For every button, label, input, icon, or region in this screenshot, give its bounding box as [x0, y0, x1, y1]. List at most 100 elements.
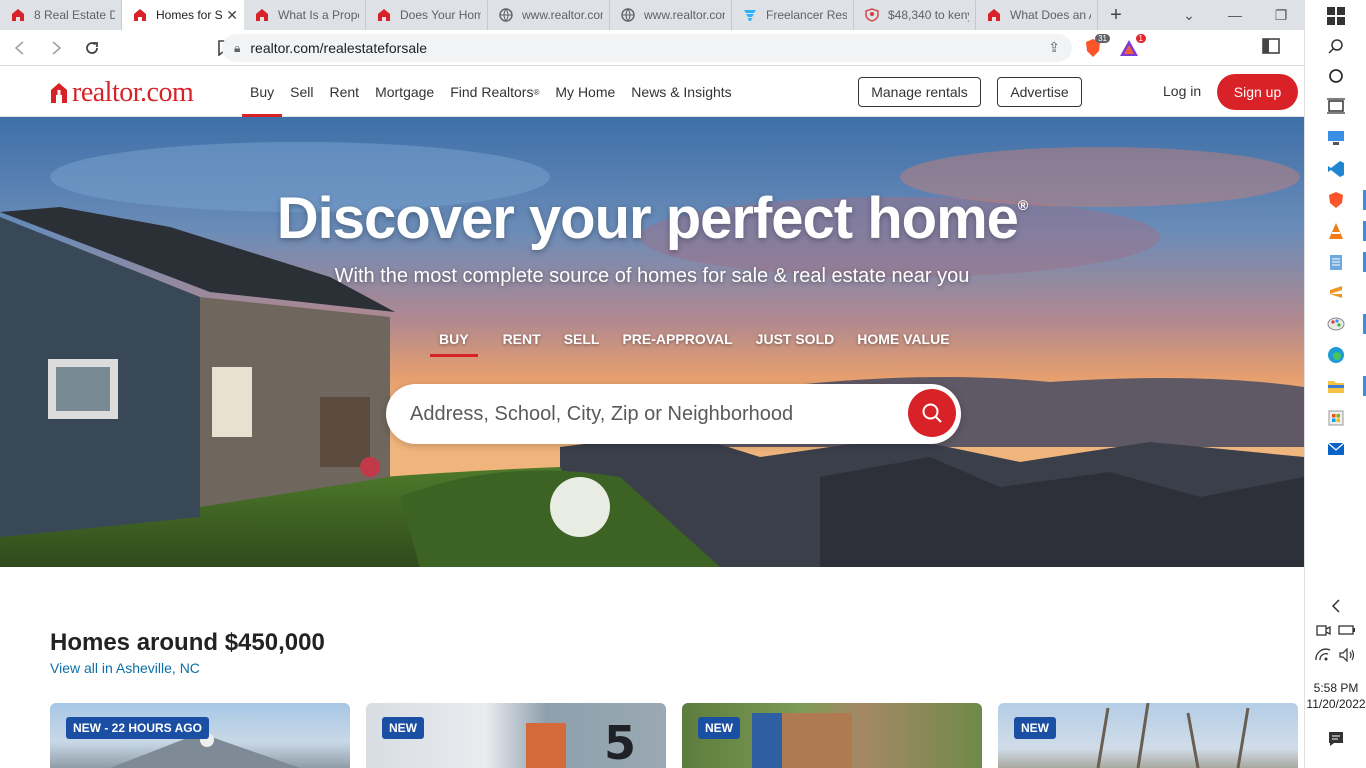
- search-tab-sell[interactable]: SELL: [564, 331, 600, 357]
- globe-icon: [620, 7, 636, 23]
- home-card[interactable]: 5 NEW: [366, 703, 666, 768]
- search-tab-home-value[interactable]: HOME VALUE: [857, 331, 949, 357]
- action-center-icon[interactable]: [1326, 729, 1346, 749]
- listing-badge: NEW: [1014, 717, 1056, 739]
- globe-icon: [498, 7, 514, 23]
- address-bar[interactable]: 🔒︎ realtor.com/realestateforsale ⇪: [222, 34, 1072, 62]
- listing-badge: NEW: [698, 717, 740, 739]
- windows-taskbar: 5:58 PM 11/20/2022: [1304, 0, 1366, 768]
- windows-start-icon[interactable]: [1326, 6, 1346, 26]
- mail-icon[interactable]: [1326, 439, 1346, 459]
- paint-icon[interactable]: [1326, 314, 1346, 334]
- cortana-icon[interactable]: [1326, 66, 1346, 86]
- nav-item-rent[interactable]: Rent: [321, 67, 367, 117]
- restore-button[interactable]: ❐: [1258, 7, 1304, 24]
- reload-button[interactable]: [76, 32, 108, 64]
- browser-tab[interactable]: Homes for S ✕: [122, 0, 244, 30]
- clock[interactable]: 5:58 PM 11/20/2022: [1305, 680, 1366, 712]
- nav-item-find-realtors[interactable]: Find Realtors ®: [442, 67, 547, 117]
- tab-title: www.realtor.con: [522, 8, 603, 22]
- main-nav: Buy Sell Rent Mortgage Find Realtors ® My Home…: [242, 67, 740, 117]
- nav-item-label: Buy: [250, 84, 275, 100]
- extension-icons: 31 1: [1082, 34, 1146, 58]
- lock-icon: 🔒︎: [234, 40, 241, 55]
- notepad-icon[interactable]: [1326, 252, 1346, 272]
- manage-rentals-button[interactable]: Manage rentals: [858, 77, 981, 107]
- realtor-icon: [376, 7, 392, 23]
- hero-title: Discover your perfect home®: [0, 185, 1304, 252]
- location-search-input[interactable]: Address, School, City, Zip or Neighborho…: [386, 384, 961, 444]
- home-card[interactable]: NEW: [998, 703, 1298, 768]
- volume-icon[interactable]: [1337, 645, 1357, 665]
- browser-tab[interactable]: Freelancer Resu: [732, 0, 854, 30]
- search-tab-rent[interactable]: RENT: [503, 331, 541, 357]
- tab-title: What Is a Prope: [278, 8, 359, 22]
- shield-count-badge: 31: [1095, 34, 1110, 43]
- sublime-text-icon[interactable]: [1326, 283, 1346, 303]
- realtor-logo[interactable]: realtor.com: [50, 77, 194, 109]
- back-arrow-icon: [14, 40, 24, 55]
- window-controls: ⌄ — ❐: [1166, 0, 1304, 30]
- tab-title: What Does an A: [1010, 8, 1091, 22]
- task-view-icon[interactable]: [1326, 96, 1346, 116]
- forward-button[interactable]: [40, 32, 72, 64]
- hero-title-text: Discover your perfect home: [276, 186, 1019, 251]
- battery-icon[interactable]: [1337, 620, 1357, 640]
- search-button[interactable]: [908, 389, 956, 437]
- browser-tab[interactable]: www.realtor.con: [610, 0, 732, 30]
- listing-badge: NEW: [382, 717, 424, 739]
- nav-item-label: Sell: [290, 84, 314, 100]
- home-card[interactable]: NEW - 22 HOURS AGO: [50, 703, 350, 768]
- close-tab-icon[interactable]: ✕: [226, 7, 238, 24]
- search-taskbar-icon[interactable]: [1326, 36, 1346, 56]
- home-card[interactable]: NEW: [682, 703, 982, 768]
- new-tab-button[interactable]: +: [1098, 0, 1134, 30]
- brave-shields-icon[interactable]: 31: [1082, 34, 1110, 58]
- search-tab-just-sold[interactable]: JUST SOLD: [756, 331, 835, 357]
- clock-date: 11/20/2022: [1306, 697, 1366, 711]
- wifi-icon[interactable]: [1313, 645, 1333, 665]
- browser-tab[interactable]: Does Your Hom: [366, 0, 488, 30]
- brave-browser-icon[interactable]: [1326, 190, 1346, 210]
- store-icon[interactable]: [1326, 408, 1346, 428]
- vlc-icon[interactable]: [1326, 221, 1346, 241]
- signup-button[interactable]: Sign up: [1217, 74, 1298, 110]
- view-all-link[interactable]: View all in Asheville, NC: [50, 660, 200, 676]
- vscode-icon[interactable]: [1326, 159, 1346, 179]
- advertise-button[interactable]: Advertise: [997, 77, 1082, 107]
- show-hidden-icons-icon[interactable]: [1326, 596, 1346, 616]
- browser-tab[interactable]: What Is a Prope: [244, 0, 366, 30]
- hero-section: Discover your perfect home® With the mos…: [0, 117, 1304, 567]
- realtor-icon: [132, 7, 148, 23]
- search-tab-buy[interactable]: BUY: [428, 331, 480, 357]
- clock-time: 5:58 PM: [1313, 681, 1359, 695]
- edge-icon[interactable]: [1326, 345, 1346, 365]
- share-icon[interactable]: ⇪: [1048, 39, 1060, 56]
- minimize-button[interactable]: —: [1212, 7, 1258, 23]
- back-button[interactable]: [4, 32, 36, 64]
- file-explorer-icon[interactable]: [1326, 376, 1346, 396]
- nav-item-news-insights[interactable]: News & Insights: [623, 67, 739, 117]
- nav-item-sell[interactable]: Sell: [282, 67, 321, 117]
- tab-title: Homes for S: [156, 8, 223, 22]
- nav-item-mortgage[interactable]: Mortgage: [367, 67, 442, 117]
- sidebar-toggle-icon[interactable]: [1262, 38, 1284, 58]
- browser-tab[interactable]: What Does an A: [976, 0, 1098, 30]
- browser-tab[interactable]: 8 Real Estate Do: [0, 0, 122, 30]
- meet-now-icon[interactable]: [1313, 620, 1333, 640]
- realtor-logo-mark-icon: [51, 83, 67, 103]
- nav-item-my-home[interactable]: My Home: [547, 67, 623, 117]
- listing-badge: NEW - 22 HOURS AGO: [66, 717, 209, 739]
- browser-tab[interactable]: www.realtor.con: [488, 0, 610, 30]
- search-tab-pre-approval[interactable]: PRE-APPROVAL: [622, 331, 732, 357]
- monitor-app-icon[interactable]: [1326, 128, 1346, 148]
- hero-title-registered-mark: ®: [1017, 197, 1028, 213]
- tab-list: 8 Real Estate Do Homes for S✕ What Is a Pr…: [0, 0, 1098, 30]
- nav-item-buy[interactable]: Buy: [242, 67, 283, 117]
- login-link[interactable]: Log in: [1163, 83, 1201, 99]
- browser-tab[interactable]: $48,340 to keny: [854, 0, 976, 30]
- tab-search-icon[interactable]: ⌄: [1166, 7, 1212, 24]
- registered-mark: ®: [533, 87, 540, 97]
- brave-rewards-icon[interactable]: 1: [1118, 34, 1146, 58]
- nav-item-label: News & Insights: [631, 84, 732, 100]
